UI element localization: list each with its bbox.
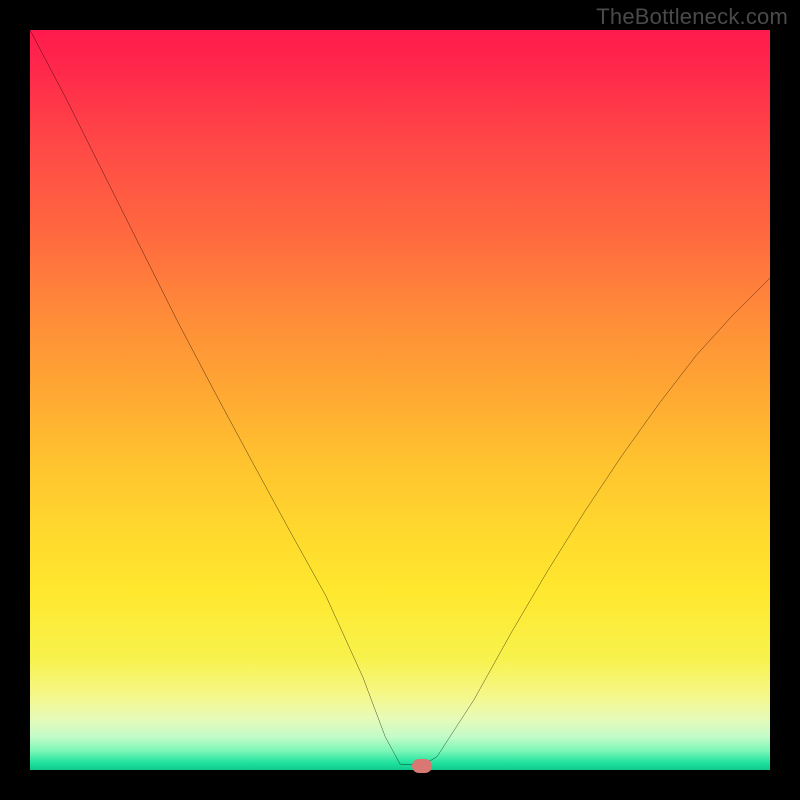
optimal-point-marker — [412, 759, 432, 773]
watermark-text: TheBottleneck.com — [596, 4, 788, 30]
bottleneck-curve — [30, 30, 770, 770]
chart-frame: TheBottleneck.com — [0, 0, 800, 800]
plot-area — [30, 30, 770, 770]
